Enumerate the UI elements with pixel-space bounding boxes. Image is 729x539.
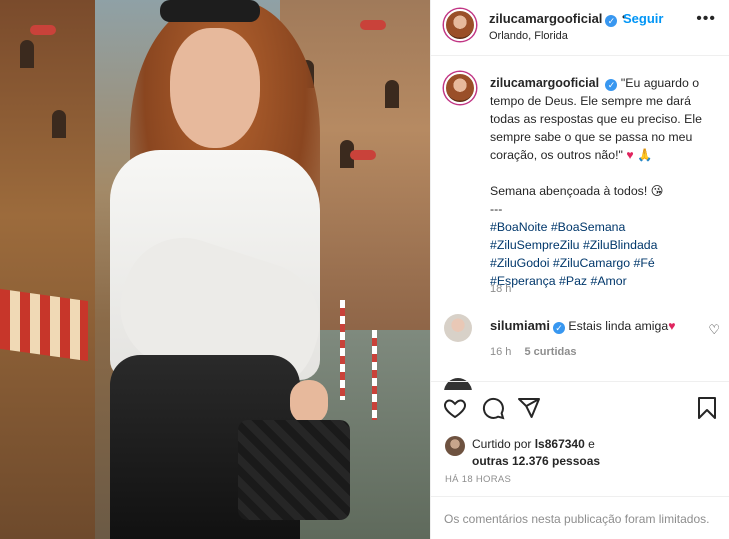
painting-window xyxy=(385,80,399,108)
hand xyxy=(290,380,328,424)
post-username[interactable]: zilucamargooficial ✓ xyxy=(489,11,618,27)
likes-text: Curtido por ls867340 e outras 12.376 pes… xyxy=(472,436,722,470)
woman-figure xyxy=(60,0,360,539)
caption-block: zilucamargooficial ✓ "Eu aguardo o tempo… xyxy=(431,56,729,390)
painting-gondola-pole xyxy=(372,330,377,420)
comment-username[interactable]: silumiami xyxy=(490,318,550,333)
comment-meta: 16 h 5 curtidas xyxy=(490,346,576,358)
action-bar xyxy=(431,381,729,437)
verified-badge-icon: ✓ xyxy=(552,322,565,334)
liker-username[interactable]: ls867340 xyxy=(535,437,585,451)
username-text[interactable]: zilucamargooficial xyxy=(489,11,602,26)
comment-like-icon[interactable]: ♡ xyxy=(708,322,720,338)
more-options-icon[interactable]: ••• xyxy=(696,10,716,28)
likes-prefix: Curtido por xyxy=(472,437,532,451)
caption-separator: --- xyxy=(490,202,503,216)
hashtag-link[interactable]: #ZiluGodoi #ZiluCamargo #Fé xyxy=(490,254,722,272)
hashtag-link[interactable]: #ZiluSempreZilu #ZiluBlindada xyxy=(490,236,722,254)
post-header: zilucamargooficial ✓ • Seguir Orlando, Fl… xyxy=(431,0,729,56)
comments-limited-text: Os comentários nesta publicação foram li… xyxy=(444,512,710,526)
caption-username[interactable]: zilucamargooficial xyxy=(490,76,599,90)
location-link[interactable]: Orlando, Florida xyxy=(489,30,568,42)
caption-time[interactable]: 18 h xyxy=(490,283,511,295)
post-timestamp[interactable]: HÁ 18 HORAS xyxy=(445,474,511,485)
caption-text: zilucamargooficial ✓ "Eu aguardo o tempo… xyxy=(490,74,722,290)
painting-flowers xyxy=(30,25,56,35)
post-side-panel: zilucamargooficial ✓ • Seguir Orlando, Fl… xyxy=(430,0,729,539)
caption-line2: Semana abençoada à todos! 😘 xyxy=(490,184,664,198)
speech-bubble-icon[interactable] xyxy=(481,396,507,422)
comment-likes-count[interactable]: 5 curtidas xyxy=(524,346,576,358)
likes-conj: e xyxy=(588,437,595,451)
avatar[interactable] xyxy=(444,9,476,41)
comments-limited-notice: Os comentários nesta publicação foram li… xyxy=(431,496,729,539)
quilted-handbag xyxy=(238,420,350,520)
comment-time[interactable]: 16 h xyxy=(490,346,511,358)
heart-outline-icon[interactable] xyxy=(443,396,469,422)
headband xyxy=(160,0,260,22)
likes-others-link[interactable]: outras 12.376 pessoas xyxy=(472,454,600,468)
verified-badge-icon: ✓ xyxy=(605,15,618,27)
bookmark-icon[interactable] xyxy=(695,396,721,422)
painting-window xyxy=(20,40,34,68)
avatar[interactable] xyxy=(444,72,476,104)
face xyxy=(170,28,260,148)
hashtag-link[interactable]: #Esperança #Paz #Amor xyxy=(490,272,722,290)
comment-text: silumiami ✓ Estais linda amiga♥ xyxy=(490,318,700,334)
comment-emoji: ♥ xyxy=(668,319,676,333)
caption-emoji: ♥ 🙏 xyxy=(626,148,653,162)
avatar[interactable] xyxy=(445,436,465,456)
hashtag-link[interactable]: #BoaNoite #BoaSemana xyxy=(490,218,722,236)
post-photo[interactable] xyxy=(0,0,430,539)
comment-body: Estais linda amiga xyxy=(568,319,669,333)
paper-plane-icon[interactable] xyxy=(517,396,543,422)
avatar[interactable] xyxy=(444,314,472,342)
follow-button[interactable]: Seguir xyxy=(623,11,663,26)
painting-flowers xyxy=(360,20,386,30)
verified-badge-icon: ✓ xyxy=(605,79,618,91)
